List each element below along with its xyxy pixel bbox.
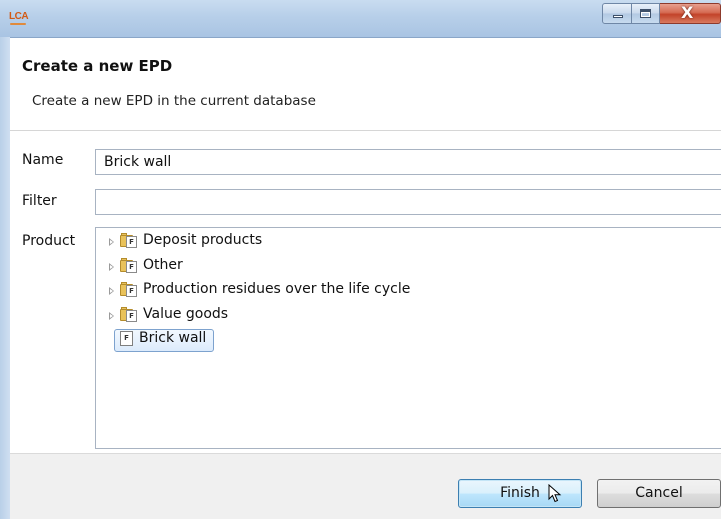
- expand-arrow-icon[interactable]: [109, 263, 114, 271]
- minimize-icon: [613, 15, 623, 18]
- dialog-window: LCA X Create a new EPD Create a new EPD …: [0, 0, 721, 519]
- name-input[interactable]: [95, 149, 721, 175]
- form-area: Name Filter Product F Deposit products F…: [10, 131, 721, 453]
- close-button[interactable]: X: [660, 3, 721, 24]
- close-icon: X: [681, 3, 694, 22]
- minimize-button[interactable]: [602, 3, 632, 24]
- folder-icon: F: [120, 282, 138, 298]
- product-label: Product: [22, 233, 76, 249]
- filter-input[interactable]: [95, 189, 721, 215]
- tree-item-label: Other: [143, 257, 183, 273]
- maximize-icon: [640, 9, 651, 18]
- expand-arrow-icon[interactable]: [109, 312, 114, 320]
- tree-item-deposit-products[interactable]: F Deposit products: [96, 231, 696, 253]
- tree-item-production-residues[interactable]: F Production residues over the life cycl…: [96, 280, 696, 302]
- button-bar: Finish Cancel: [10, 453, 721, 519]
- folder-icon: F: [120, 233, 138, 249]
- mouse-cursor-icon: [548, 484, 562, 503]
- tree-item-label: Brick wall: [139, 330, 207, 346]
- tree-item-label: Deposit products: [143, 232, 263, 248]
- name-label: Name: [22, 152, 64, 168]
- finish-button[interactable]: Finish: [458, 479, 582, 508]
- filter-label: Filter: [22, 193, 57, 209]
- tree-item-value-goods[interactable]: F Value goods: [96, 305, 696, 327]
- expand-arrow-icon[interactable]: [109, 287, 114, 295]
- tree-item-brick-wall[interactable]: F Brick wall: [96, 329, 696, 351]
- title-bar[interactable]: LCA X: [0, 0, 721, 38]
- page-description: Create a new EPD in the current database: [32, 93, 316, 109]
- product-tree[interactable]: F Deposit products F Other F Production …: [95, 227, 721, 449]
- expand-arrow-icon[interactable]: [109, 238, 114, 246]
- page-title: Create a new EPD: [22, 57, 173, 75]
- wizard-header: Create a new EPD Create a new EPD in the…: [10, 38, 721, 131]
- window-frame-edge: [0, 37, 10, 519]
- folder-icon: F: [120, 307, 138, 323]
- lca-app-icon: LCA: [9, 9, 29, 25]
- product-icon: F: [120, 331, 133, 346]
- folder-icon: F: [120, 258, 138, 274]
- tree-item-other[interactable]: F Other: [96, 256, 696, 278]
- tree-item-label: Production residues over the life cycle: [143, 281, 411, 297]
- maximize-button[interactable]: [632, 3, 660, 24]
- cancel-button[interactable]: Cancel: [597, 479, 721, 508]
- tree-item-label: Value goods: [143, 306, 229, 322]
